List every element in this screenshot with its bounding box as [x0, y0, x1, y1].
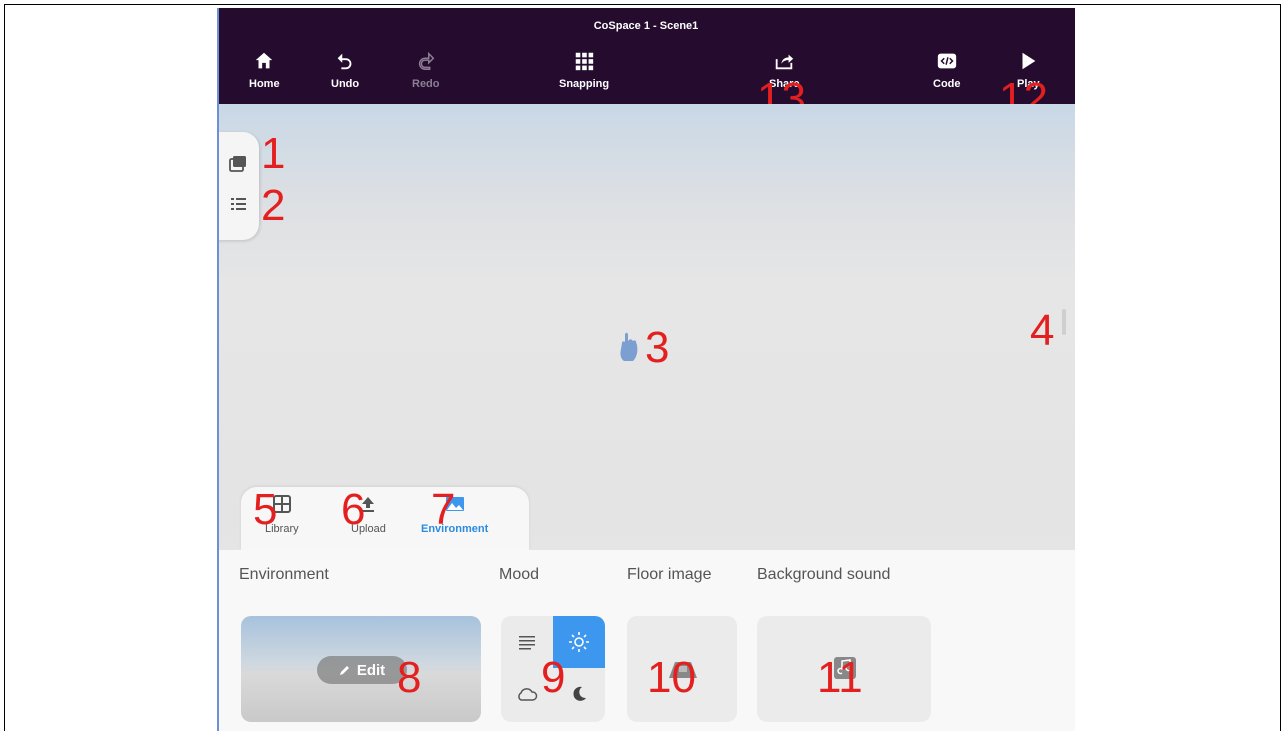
resize-handle[interactable] — [1062, 309, 1066, 335]
annotation-3: 3 — [645, 323, 670, 372]
gallery-icon[interactable] — [228, 154, 248, 174]
mood-selector — [501, 616, 605, 722]
cospaces-app: CoSpace 1 - Scene1 Home Undo Redo Snappi… — [217, 8, 1075, 731]
share-icon — [776, 54, 794, 70]
redo-button[interactable]: Redo — [412, 50, 440, 90]
code-label: Code — [933, 78, 961, 90]
undo-icon — [337, 53, 352, 70]
undo-button[interactable]: Undo — [331, 50, 359, 90]
mood-neutral[interactable] — [501, 616, 553, 668]
edit-label: Edit — [356, 661, 386, 679]
tab-upload[interactable]: Upload — [351, 495, 386, 535]
bottom-tabs: Library Upload Environment — [241, 487, 529, 550]
pencil-icon — [339, 666, 349, 675]
lines-icon — [519, 636, 535, 650]
library-icon — [272, 495, 291, 513]
scene-viewport[interactable]: 1 2 3 4 Library Upload Environment 5 6 7… — [217, 104, 1075, 731]
floor-image-label: Floor image — [627, 566, 712, 583]
mood-night[interactable] — [553, 668, 605, 720]
home-icon — [256, 52, 273, 69]
background-sound-label: Background sound — [757, 566, 891, 583]
snapping-button[interactable]: Snapping — [559, 50, 609, 90]
environment-label: Environment — [239, 566, 329, 583]
play-label: Play — [1017, 78, 1040, 90]
floor-image-card[interactable] — [627, 616, 737, 722]
moon-icon — [573, 686, 586, 701]
redo-icon — [418, 51, 435, 70]
upload-icon — [362, 497, 375, 512]
code-button[interactable]: Code — [933, 50, 961, 90]
mood-label: Mood — [499, 566, 540, 583]
tab-environment[interactable]: Environment — [421, 495, 488, 535]
play-icon — [1022, 52, 1036, 70]
environment-panel: Environment Mood Floor image Background … — [217, 550, 1075, 731]
share-label: Share — [769, 78, 800, 90]
app-left-border — [217, 8, 219, 731]
grid-icon — [575, 52, 594, 71]
mood-sunny[interactable] — [553, 616, 605, 668]
undo-label: Undo — [331, 78, 360, 90]
floor-image-icon — [669, 662, 697, 678]
home-label: Home — [249, 78, 280, 90]
code-icon — [937, 53, 956, 69]
background-sound-card[interactable] — [757, 616, 931, 722]
list-icon[interactable] — [228, 194, 248, 214]
edit-button[interactable]: Edit — [317, 656, 407, 684]
mood-cloudy[interactable] — [501, 668, 553, 720]
share-button[interactable]: Share — [769, 50, 800, 90]
annotation-1: 1 — [261, 129, 286, 178]
play-button[interactable]: Play — [1017, 50, 1040, 90]
environment-card[interactable]: Edit — [241, 616, 481, 722]
redo-label: Redo — [412, 78, 440, 90]
sun-icon — [569, 632, 589, 652]
cloud-icon — [518, 688, 538, 701]
top-toolbar: CoSpace 1 - Scene1 Home Undo Redo Snappi… — [217, 8, 1075, 121]
tab-environment-label: Environment — [421, 523, 489, 535]
tab-library-label: Library — [265, 523, 299, 535]
tab-upload-label: Upload — [351, 523, 386, 535]
music-icon — [834, 657, 856, 679]
hand-icon[interactable] — [618, 331, 640, 363]
window-title: CoSpace 1 - Scene1 — [593, 20, 699, 32]
tab-library[interactable]: Library — [265, 495, 299, 535]
home-button[interactable]: Home — [249, 50, 280, 90]
annotation-4: 4 — [1030, 306, 1055, 355]
annotation-2: 2 — [261, 181, 286, 230]
environment-icon — [445, 497, 464, 511]
side-panel-tabs — [217, 132, 259, 240]
snapping-label: Snapping — [559, 78, 610, 90]
